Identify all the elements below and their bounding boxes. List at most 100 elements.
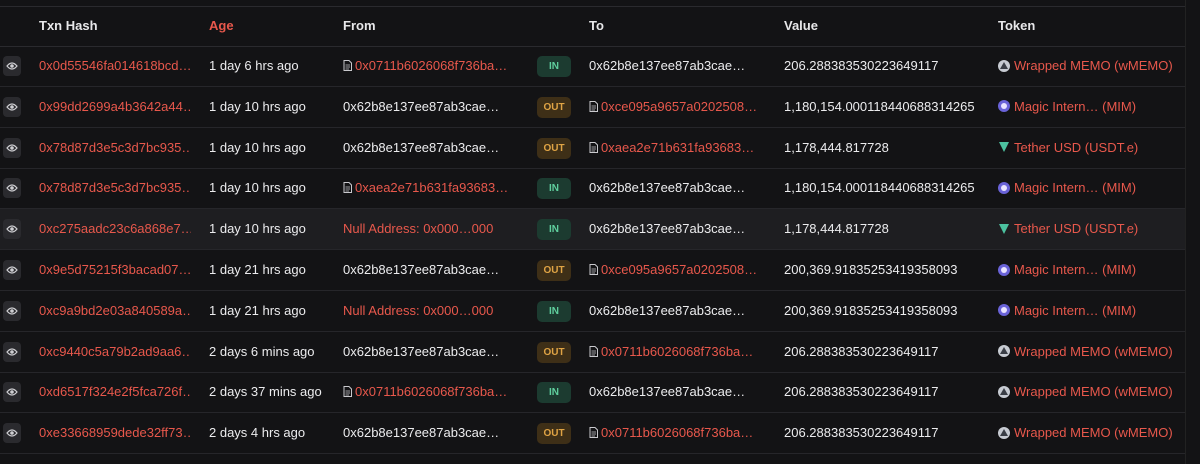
view-details-eye-icon[interactable] <box>3 423 21 444</box>
age-text: 2 days 6 mins ago <box>209 343 315 359</box>
to-address-text: 0xaea2e71b631fa93683… <box>601 139 755 155</box>
mim-icon <box>998 181 1010 194</box>
to-address[interactable]: 0x0711b6026068f736ba… <box>589 413 759 453</box>
age-text: 1 day 10 hrs ago <box>209 180 306 196</box>
value-text: 1,180,154.000118440688314265 <box>784 98 975 114</box>
header-token: Token <box>998 18 1036 33</box>
age-text: 1 day 6 hrs ago <box>209 58 299 73</box>
value-text: 200,369.91835253419358093 <box>784 302 958 318</box>
token-name-text: Wrapped MEMO (wMEMO) <box>1014 425 1173 441</box>
view-details-eye-icon[interactable] <box>3 341 21 362</box>
txn-hash-link[interactable]: 0xc275aadc23c6a868e7… <box>39 209 191 249</box>
view-details-eye-icon[interactable] <box>3 56 21 76</box>
contract-document-icon <box>589 140 601 155</box>
view-details-eye-icon[interactable] <box>3 178 21 199</box>
age-text: 2 days 37 mins ago <box>209 384 322 400</box>
token-link[interactable]: Tether USD (USDT.e) <box>998 128 1173 168</box>
to-address-text: 0xce095a9657a0202508… <box>601 262 758 277</box>
token-link[interactable]: Magic Intern… (MIM) <box>998 168 1173 208</box>
value-text: 1,180,154.000118440688314265 <box>784 180 975 196</box>
to-address-text: 0x0711b6026068f736ba… <box>601 425 754 441</box>
token-name-text: Tether USD (USDT.e) <box>1014 221 1139 237</box>
token-link[interactable]: Wrapped MEMO (wMEMO) <box>998 332 1173 372</box>
txn-hash-link[interactable]: 0x78d87d3e5c3d7bc935… <box>39 128 191 168</box>
txn-hash-link[interactable]: 0x78d87d3e5c3d7bc935… <box>39 168 191 208</box>
from-address[interactable]: 0x0711b6026068f736ba… <box>343 46 513 86</box>
token-link[interactable]: Wrapped MEMO (wMEMO) <box>998 46 1173 86</box>
table-row: 0x0d55546fa014618bcd… 1 day 6 hrs ago 0x07… <box>0 46 1186 87</box>
contract-document-icon <box>589 99 601 114</box>
txn-hash-link[interactable]: 0xc9a9bd2e03a840589a… <box>39 291 191 331</box>
token-link[interactable]: Magic Intern… (MIM) <box>998 250 1173 290</box>
to-address[interactable]: 0xaea2e71b631fa93683… <box>589 128 759 168</box>
txn-hash-link[interactable]: 0xd6517f324e2f5fca726f… <box>39 372 191 412</box>
view-details-eye-icon[interactable] <box>3 219 21 240</box>
token-transfers-table: Txn Hash Age From To Value Token 0x0d555… <box>0 0 1200 464</box>
direction-badge: IN <box>537 178 571 200</box>
txn-hash-link[interactable]: 0x9e5d75215f3bacad07… <box>39 250 191 290</box>
from-address-text: 0x62b8e137ee87ab3cae… <box>343 262 500 277</box>
to-address: 0x62b8e137ee87ab3cae… <box>589 372 759 412</box>
from-address: 0x62b8e137ee87ab3cae… <box>343 128 513 168</box>
memo-icon <box>998 426 1010 439</box>
from-address[interactable]: 0x0711b6026068f736ba… <box>343 372 513 412</box>
to-address[interactable]: 0xce095a9657a0202508… <box>589 250 759 290</box>
token-link[interactable]: Wrapped MEMO (wMEMO) <box>998 413 1173 453</box>
table-row: 0xc9440c5a79b2ad9aa6… 2 days 6 mins ago 0x… <box>0 332 1186 373</box>
value-text: 206.288383530223649117 <box>784 58 939 73</box>
token-link[interactable]: Tether USD (USDT.e) <box>998 209 1173 249</box>
to-address-text: 0x62b8e137ee87ab3cae… <box>589 58 746 73</box>
age-text: 1 day 10 hrs ago <box>209 139 306 155</box>
txn-hash-link[interactable]: 0xc9440c5a79b2ad9aa6… <box>39 332 191 372</box>
view-details-eye-icon[interactable] <box>3 137 21 158</box>
mim-icon <box>998 263 1010 276</box>
token-link[interactable]: Magic Intern… (MIM) <box>998 291 1173 331</box>
to-address-text: 0x62b8e137ee87ab3cae… <box>589 180 746 196</box>
header-age[interactable]: Age <box>209 18 234 33</box>
to-address-text: 0x62b8e137ee87ab3cae… <box>589 384 746 400</box>
token-link[interactable]: Magic Intern… (MIM) <box>998 87 1173 127</box>
to-address[interactable]: 0x0711b6026068f736ba… <box>589 332 759 372</box>
contract-document-icon <box>343 58 355 73</box>
header-from: From <box>343 18 376 33</box>
memo-icon <box>998 59 1010 72</box>
direction-badge: OUT <box>537 341 571 363</box>
header-to: To <box>589 18 604 33</box>
to-address: 0x62b8e137ee87ab3cae… <box>589 209 759 249</box>
from-address[interactable]: 0xaea2e71b631fa93683… <box>343 168 513 208</box>
from-address-text: 0x62b8e137ee87ab3cae… <box>343 425 500 441</box>
direction-badge: OUT <box>537 423 571 445</box>
table-row: 0x78d87d3e5c3d7bc935… 1 day 10 hrs ago 0xa… <box>0 168 1186 210</box>
from-address[interactable]: Null Address: 0x000…000 <box>343 209 513 249</box>
token-link[interactable]: Wrapped MEMO (wMEMO) <box>998 372 1173 412</box>
to-address-text: 0x62b8e137ee87ab3cae… <box>589 221 746 237</box>
txn-hash-link[interactable]: 0x99dd2699a4b3642a44… <box>39 87 191 127</box>
value-text: 200,369.91835253419358093 <box>784 262 958 277</box>
view-details-eye-icon[interactable] <box>3 300 21 321</box>
direction-badge: IN <box>537 56 571 77</box>
to-address-text: 0x62b8e137ee87ab3cae… <box>589 302 746 318</box>
memo-icon <box>998 385 1010 398</box>
usdt-icon <box>998 223 1010 235</box>
header-value: Value <box>784 18 818 33</box>
age-text: 2 days 4 hrs ago <box>209 425 306 441</box>
txn-hash-link[interactable]: 0x0d55546fa014618bcd… <box>39 46 191 86</box>
view-details-eye-icon[interactable] <box>3 96 21 117</box>
header-txn-hash: Txn Hash <box>39 18 98 33</box>
value-text: 1,178,444.817728 <box>784 221 889 237</box>
token-name-text: Magic Intern… (MIM) <box>1014 262 1137 277</box>
to-address: 0x62b8e137ee87ab3cae… <box>589 168 759 208</box>
mim-icon <box>998 304 1010 317</box>
txn-hash-link[interactable]: 0xe33668959dede32ff73… <box>39 413 191 453</box>
from-address-text: 0xaea2e71b631fa93683… <box>355 180 509 196</box>
to-address-text: 0x0711b6026068f736ba… <box>601 343 754 359</box>
direction-badge: OUT <box>537 260 571 281</box>
direction-badge: IN <box>537 300 571 322</box>
view-details-eye-icon[interactable] <box>3 260 21 280</box>
to-address[interactable]: 0xce095a9657a0202508… <box>589 87 759 127</box>
token-name-text: Magic Intern… (MIM) <box>1014 98 1137 114</box>
view-details-eye-icon[interactable] <box>3 382 21 403</box>
scrollbar[interactable] <box>1185 0 1200 464</box>
direction-badge: OUT <box>537 137 571 159</box>
from-address[interactable]: Null Address: 0x000…000 <box>343 291 513 331</box>
